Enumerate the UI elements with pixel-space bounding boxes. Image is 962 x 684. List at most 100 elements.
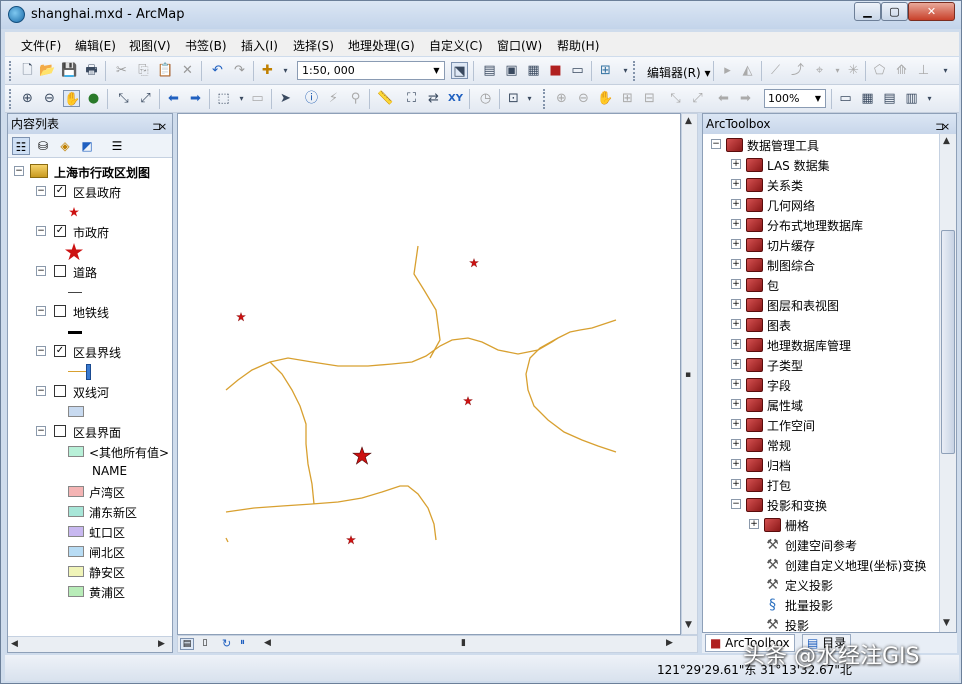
- close-button[interactable]: ✕: [908, 2, 955, 21]
- new-document-icon[interactable]: 🗋: [19, 62, 36, 79]
- time-slider-icon[interactable]: ◷: [477, 90, 494, 107]
- chevron-down-icon[interactable]: ▼: [430, 63, 443, 78]
- toolset-row[interactable]: + 图层和表视图: [703, 295, 939, 315]
- layer-row-roads[interactable]: − 道路: [8, 262, 172, 282]
- expand-icon[interactable]: +: [731, 359, 741, 369]
- menu-windows[interactable]: 窗口(W): [497, 37, 542, 54]
- layer-visibility-checkbox[interactable]: [54, 425, 66, 437]
- collapse-icon[interactable]: −: [36, 386, 46, 396]
- menu-edit[interactable]: 编辑(E): [75, 37, 116, 54]
- expand-icon[interactable]: +: [731, 399, 741, 409]
- pause-drawing-icon[interactable]: ⏸: [240, 637, 245, 648]
- scroll-marker[interactable]: ▮: [461, 638, 466, 648]
- hyperlink-icon[interactable]: ⚲: [347, 90, 364, 107]
- chevron-down-icon[interactable]: ▾: [233, 90, 250, 107]
- identify-icon[interactable]: ⓘ: [303, 90, 320, 107]
- layer-visibility-checkbox[interactable]: [54, 385, 66, 397]
- layer-row-city-government[interactable]: − ✓ 市政府: [8, 222, 172, 242]
- expand-icon[interactable]: +: [731, 259, 741, 269]
- collapse-icon[interactable]: −: [36, 346, 46, 356]
- open-folder-icon[interactable]: 📂: [39, 62, 56, 79]
- edit-annotation-icon[interactable]: ◭: [739, 62, 756, 79]
- toolset-row[interactable]: + 切片缓存: [703, 235, 939, 255]
- editor-menu[interactable]: 编辑器(R) ▾: [647, 64, 711, 81]
- redo-icon[interactable]: ↷: [231, 62, 248, 79]
- layer-row-district-polygon[interactable]: − 区县界面: [8, 422, 172, 442]
- map-canvas[interactable]: [178, 114, 680, 634]
- find-route-icon[interactable]: ⇄: [425, 90, 442, 107]
- layer-row-river[interactable]: − 双线河: [8, 382, 172, 402]
- zoom-100-percent-icon[interactable]: ⊟: [641, 90, 658, 107]
- collapse-icon[interactable]: −: [36, 186, 46, 196]
- collapse-icon[interactable]: −: [36, 306, 46, 316]
- expand-icon[interactable]: +: [731, 279, 741, 289]
- focus-data-frame-icon[interactable]: ▦: [859, 90, 876, 107]
- save-icon[interactable]: 💾: [61, 62, 78, 79]
- scroll-up-icon[interactable]: ▲: [685, 116, 692, 126]
- model-builder-icon[interactable]: ⊞: [597, 62, 614, 79]
- layer-row-metro[interactable]: − 地铁线: [8, 302, 172, 322]
- toolset-row[interactable]: + 工作空间: [703, 415, 939, 435]
- change-layout-icon[interactable]: ▤: [881, 90, 898, 107]
- create-viewer-window-icon[interactable]: ⊡: [505, 90, 522, 107]
- expand-icon[interactable]: +: [731, 459, 741, 469]
- toolset-row[interactable]: + 归档: [703, 455, 939, 475]
- minimize-button[interactable]: ▁: [854, 2, 881, 21]
- end-point-arc-icon[interactable]: ⤴: [789, 62, 806, 79]
- toolset-row[interactable]: + 关系类: [703, 175, 939, 195]
- toolbar-grip[interactable]: [633, 61, 636, 81]
- cut-icon[interactable]: ✂: [113, 62, 130, 79]
- tool-row[interactable]: § 批量投影: [703, 595, 939, 615]
- list-by-drawing-order-icon[interactable]: ☷: [12, 137, 30, 155]
- fixed-zoom-out-icon[interactable]: ⤢: [137, 90, 154, 107]
- toc-horizontal-scrollbar[interactable]: ◀ ▶: [8, 636, 172, 652]
- data-driven-pages-icon[interactable]: ▥: [903, 90, 920, 107]
- collapse-icon[interactable]: −: [731, 499, 741, 509]
- zoom-control-combo[interactable]: 100% ▼: [764, 89, 826, 108]
- expand-icon[interactable]: +: [731, 159, 741, 169]
- scroll-left-icon[interactable]: ◀: [264, 638, 271, 648]
- layout-view-icon[interactable]: ▯: [198, 638, 212, 650]
- map-display[interactable]: [177, 113, 681, 635]
- toolset-row[interactable]: + 地理数据库管理: [703, 335, 939, 355]
- tool-row[interactable]: ⚒ 定义投影: [703, 575, 939, 595]
- delete-icon[interactable]: ✕: [179, 62, 196, 79]
- list-by-selection-icon[interactable]: ◩: [78, 137, 96, 155]
- maximize-button[interactable]: ▢: [881, 2, 908, 21]
- select-features-icon[interactable]: ⬚: [215, 90, 232, 107]
- scroll-up-icon[interactable]: ▲: [943, 136, 950, 146]
- catalog-window-icon[interactable]: ▤: [481, 62, 498, 79]
- pan-hand-icon[interactable]: ✋: [63, 90, 80, 107]
- expand-icon[interactable]: +: [731, 219, 741, 229]
- next-extent-icon[interactable]: ➡: [737, 90, 754, 107]
- chevron-down-icon[interactable]: ▾: [829, 62, 846, 79]
- copy-icon[interactable]: ⎘: [135, 62, 152, 79]
- menu-bookmarks[interactable]: 书签(B): [185, 37, 227, 54]
- sub-toolset-row[interactable]: + 栅格: [703, 515, 939, 535]
- expand-icon[interactable]: +: [731, 439, 741, 449]
- expand-icon[interactable]: +: [731, 479, 741, 489]
- cut-polygon-icon[interactable]: ⊥: [915, 62, 932, 79]
- layer-visibility-checkbox[interactable]: ✓: [54, 345, 66, 357]
- collapse-icon[interactable]: −: [36, 226, 46, 236]
- menu-help[interactable]: 帮助(H): [557, 37, 599, 54]
- menu-customize[interactable]: 自定义(C): [429, 37, 483, 54]
- toolset-row[interactable]: + 常规: [703, 435, 939, 455]
- expand-icon[interactable]: +: [731, 419, 741, 429]
- chevron-down-icon[interactable]: ▼: [812, 91, 824, 106]
- expand-icon[interactable]: +: [731, 299, 741, 309]
- toolbar-grip[interactable]: [9, 89, 12, 109]
- data-view-icon[interactable]: ▤: [180, 638, 194, 650]
- collapse-icon[interactable]: −: [711, 139, 721, 149]
- collapse-icon[interactable]: −: [14, 166, 24, 176]
- toolbar-overflow-icon[interactable]: ▾: [937, 62, 954, 79]
- arctoolbox-window-icon[interactable]: ▦: [525, 62, 542, 79]
- scroll-marker[interactable]: ▪: [685, 370, 691, 380]
- data-frame-row[interactable]: − 上海市行政区划图: [8, 162, 172, 182]
- add-data-dropdown-icon[interactable]: ▾: [277, 62, 294, 79]
- toolset-row[interactable]: + 分布式地理数据库: [703, 215, 939, 235]
- scroll-left-icon[interactable]: ◀: [11, 639, 18, 649]
- tool-row[interactable]: ⚒ 创建自定义地理(坐标)变换: [703, 555, 939, 575]
- menu-select[interactable]: 选择(S): [293, 37, 334, 54]
- reshape-feature-icon[interactable]: ⟰: [893, 62, 910, 79]
